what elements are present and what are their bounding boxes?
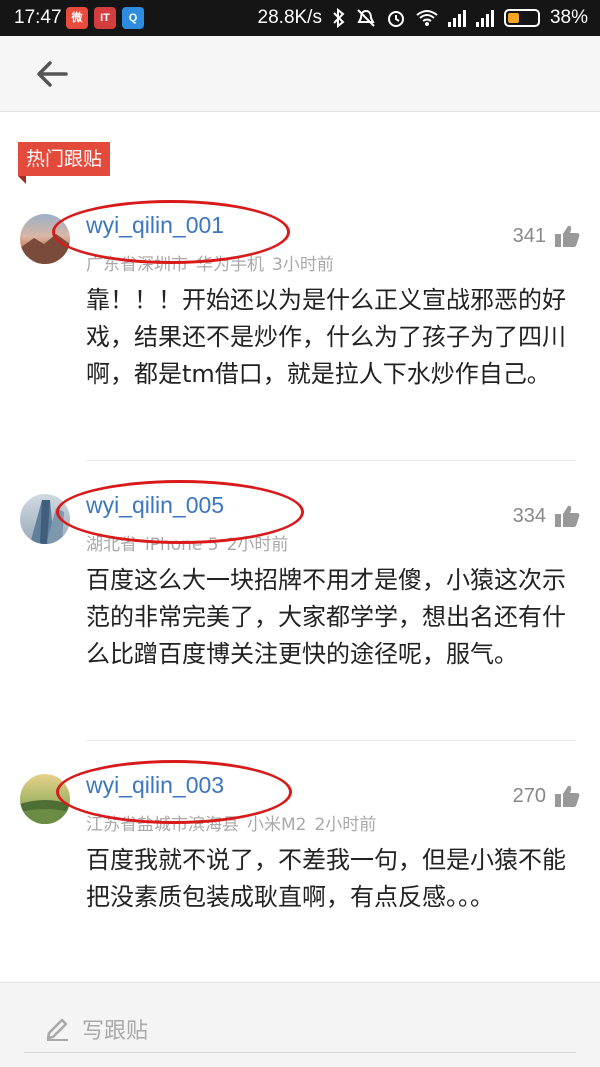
status-indicators: 28.8K/s 38% — [258, 7, 588, 29]
weibo-icon: 微 — [66, 7, 88, 29]
back-arrow-icon[interactable] — [34, 56, 74, 92]
username[interactable]: wyi_qilin_003 — [86, 772, 224, 799]
signal-icon — [475, 9, 494, 27]
wifi-icon — [416, 10, 438, 26]
timestamp: 2小时前 — [314, 815, 377, 835]
divider — [86, 460, 576, 461]
timestamp: 2小时前 — [226, 535, 289, 555]
write-comment-button[interactable]: 写跟贴 — [44, 1013, 148, 1045]
timestamp: 3小时前 — [272, 255, 334, 275]
comment-text: 百度我就不说了，不差我一句，但是小猿不能把没素质包装成耿直啊，有点反感。。。 — [86, 846, 566, 911]
like-count: 341 — [512, 224, 546, 247]
network-speed: 28.8K/s — [257, 7, 322, 28]
comment-text: 百度这么大一块招牌不用才是傻，小猿这次示范的非常完美了，大家都学学，想出名还有什… — [86, 566, 566, 668]
location: 江苏省盐城市滨海县 — [86, 815, 239, 835]
like-count: 334 — [512, 504, 546, 527]
avatar[interactable] — [20, 494, 70, 544]
comment-text: 靠！！！开始还以为是什么正义宣战邪恶的好戏，结果还不是炒作，什么为了孩子为了四川… — [86, 286, 566, 388]
browser-icon: Q — [122, 7, 144, 29]
like-button[interactable]: 270 — [513, 784, 580, 808]
battery-icon — [503, 9, 540, 27]
avatar[interactable] — [20, 774, 70, 824]
status-time: 17:47 — [14, 7, 62, 28]
status-bar: 17:47 微 IT Q 28.8K/s 38% — [0, 0, 600, 36]
landscape-avatar — [20, 800, 70, 824]
comment-meta: 湖北省 iPhone 5 2小时前 — [86, 530, 296, 555]
alarm-icon — [387, 11, 404, 27]
battery-fill — [507, 13, 519, 23]
mute-icon — [357, 9, 375, 27]
bluetooth-icon — [333, 8, 345, 28]
thumbs-up-icon — [555, 785, 580, 807]
input-underline — [24, 1052, 576, 1053]
username[interactable]: wyi_qilin_005 — [86, 492, 224, 519]
device: 小米M2 — [247, 815, 307, 835]
username[interactable]: wyi_qilin_001 — [86, 212, 224, 239]
thumbs-up-icon — [555, 505, 580, 527]
comment-meta: 广东省深圳市 华为手机 3小时前 — [86, 250, 342, 275]
like-button[interactable]: 334 — [513, 504, 580, 528]
top-bar — [0, 36, 600, 112]
like-button[interactable]: 341 — [513, 224, 580, 248]
comment-meta: 江苏省盐城市滨海县 小米M2 2小时前 — [86, 810, 384, 835]
bottom-bar: 写跟贴 — [0, 982, 600, 1067]
toutiao-icon: IT — [94, 7, 116, 29]
device: iPhone 5 — [145, 535, 219, 555]
location: 广东省深圳市 — [86, 255, 188, 275]
building-avatar — [30, 500, 64, 544]
battery-percent: 38% — [549, 7, 588, 28]
device: 华为手机 — [196, 255, 264, 275]
comment-list: 热门跟贴 wyi_qilin_001 广东省深圳市 华为手机 3小时前 341 靠！… — [0, 112, 600, 982]
like-count: 270 — [512, 784, 546, 807]
write-comment-label: 写跟贴 — [82, 1019, 149, 1044]
hot-comments-label: 热门跟贴 — [18, 142, 111, 184]
sunset-avatar — [20, 234, 70, 264]
location: 湖北省 — [86, 535, 137, 555]
thumbs-up-icon — [555, 225, 580, 247]
pencil-icon — [46, 1018, 68, 1041]
signal-icon — [447, 9, 466, 27]
avatar[interactable] — [20, 214, 70, 264]
divider — [86, 740, 576, 741]
